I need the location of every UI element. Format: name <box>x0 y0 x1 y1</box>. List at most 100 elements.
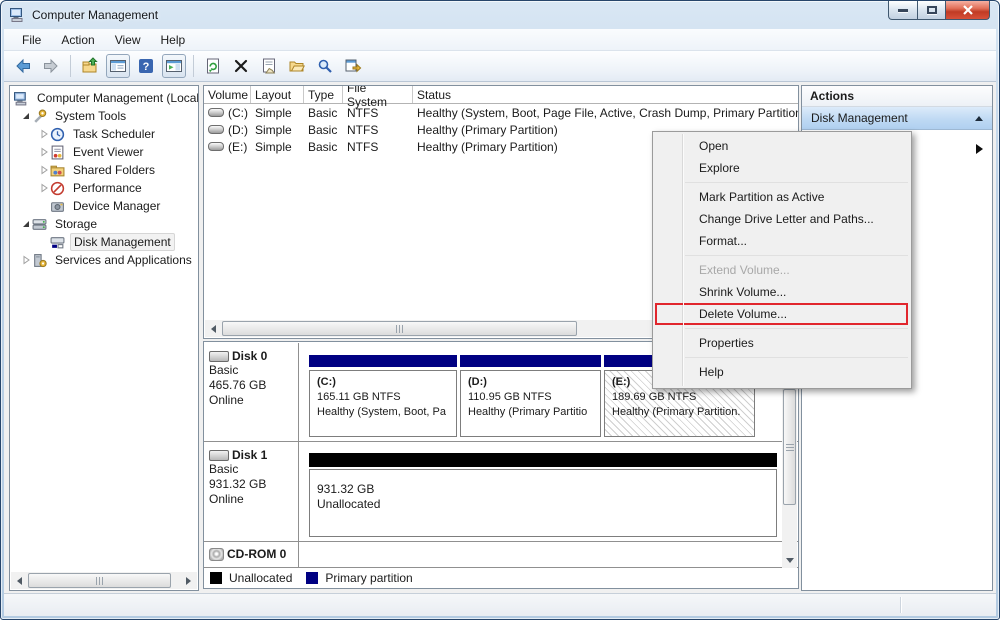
scroll-left-button[interactable] <box>205 320 222 337</box>
menu-item-delete-volume[interactable]: Delete Volume... <box>653 303 911 325</box>
menu-item-shrink-volume[interactable]: Shrink Volume... <box>653 281 911 303</box>
up-one-level-icon[interactable] <box>78 54 102 78</box>
disk-icon <box>209 450 229 461</box>
app-icon <box>10 7 26 23</box>
scroll-thumb[interactable] <box>783 389 796 505</box>
unallocated-legend-swatch <box>210 572 222 584</box>
tree-horizontal-scrollbar[interactable] <box>11 572 197 589</box>
export-list-icon[interactable] <box>341 54 365 78</box>
toolbar: ? <box>4 51 996 82</box>
delete-icon[interactable] <box>229 54 253 78</box>
find-icon[interactable] <box>313 54 337 78</box>
unallocated-space[interactable]: 931.32 GB Unallocated <box>309 453 777 537</box>
menu-item-mark-partition-active[interactable]: Mark Partition as Active <box>653 186 911 208</box>
close-button[interactable] <box>945 1 990 20</box>
legend: Unallocated Primary partition <box>204 568 798 588</box>
column-volume[interactable]: Volume <box>204 86 251 103</box>
collapsed-icon[interactable] <box>38 147 50 157</box>
partition-d[interactable]: (D:) 110.95 GB NTFS Healthy (Primary Par… <box>460 355 601 437</box>
properties-icon[interactable] <box>257 54 281 78</box>
title-bar[interactable]: Computer Management <box>1 1 999 29</box>
column-layout[interactable]: Layout <box>251 86 304 103</box>
menu-separator <box>685 328 908 329</box>
scroll-down-button[interactable] <box>782 552 797 568</box>
collapsed-icon[interactable] <box>38 165 50 175</box>
scroll-thumb[interactable] <box>222 321 577 336</box>
menu-item-open[interactable]: Open <box>653 135 911 157</box>
tree-item-device-manager[interactable]: Device Manager <box>10 197 198 215</box>
menu-item-extend-volume: Extend Volume... <box>653 259 911 281</box>
console-tree: Computer Management (Local System Tools … <box>10 86 198 269</box>
maximize-button[interactable] <box>917 1 946 20</box>
tree-item-services-and-applications[interactable]: Services and Applications <box>10 251 198 269</box>
back-icon[interactable] <box>11 54 35 78</box>
menu-action[interactable]: Action <box>51 30 104 50</box>
show-console-tree-icon[interactable] <box>106 54 130 78</box>
menu-separator <box>685 182 908 183</box>
drive-icon <box>208 142 224 151</box>
menu-item-properties[interactable]: Properties <box>653 332 911 354</box>
tree-item-event-viewer[interactable]: Event Viewer <box>10 143 198 161</box>
menu-item-help[interactable]: Help <box>653 361 911 383</box>
drive-icon <box>208 108 224 117</box>
partition-c[interactable]: (C:) 165.11 GB NTFS Healthy (System, Boo… <box>309 355 457 437</box>
task-scheduler-icon <box>50 127 65 142</box>
performance-icon <box>50 181 65 196</box>
disk-0-label[interactable]: Disk 0 Basic 465.76 GB Online <box>204 343 299 441</box>
column-file-system[interactable]: File System <box>343 86 413 103</box>
minimize-button[interactable] <box>888 1 918 20</box>
toolbar-separator <box>193 55 194 77</box>
column-status[interactable]: Status <box>413 86 798 103</box>
device-manager-icon <box>50 199 65 214</box>
menu-bar: File Action View Help <box>4 29 996 51</box>
collapsed-icon[interactable] <box>20 255 32 265</box>
actions-group-disk-management[interactable]: Disk Management <box>802 107 992 130</box>
open-folder-icon[interactable] <box>285 54 309 78</box>
tree-item-system-tools[interactable]: System Tools <box>10 107 198 125</box>
help-icon[interactable]: ? <box>134 54 158 78</box>
tree-item-performance[interactable]: Performance <box>10 179 198 197</box>
scroll-left-button[interactable] <box>11 572 28 589</box>
tree-item-shared-folders[interactable]: Shared Folders <box>10 161 198 179</box>
context-menu: Open Explore Mark Partition as Active Ch… <box>652 131 912 389</box>
menu-item-explore[interactable]: Explore <box>653 157 911 179</box>
unallocated-legend-label: Unallocated <box>229 571 292 585</box>
menu-view[interactable]: View <box>105 30 151 50</box>
collapsed-icon[interactable] <box>38 183 50 193</box>
collapsed-icon[interactable] <box>38 129 50 139</box>
disk-1-label[interactable]: Disk 1 Basic 931.32 GB Online <box>204 442 299 541</box>
cdrom-label[interactable]: CD-ROM 0 <box>204 542 299 567</box>
primary-partition-legend-label: Primary partition <box>325 571 412 585</box>
tree-item-disk-management[interactable]: Disk Management <box>10 233 198 251</box>
menu-help[interactable]: Help <box>151 30 196 50</box>
menu-file[interactable]: File <box>12 30 51 50</box>
scroll-right-button[interactable] <box>180 572 197 589</box>
unallocated-bar <box>309 453 777 467</box>
menu-separator <box>685 255 908 256</box>
status-bar <box>4 593 996 616</box>
refresh-icon[interactable] <box>201 54 225 78</box>
forward-icon[interactable] <box>39 54 63 78</box>
column-type[interactable]: Type <box>304 86 343 103</box>
window-title: Computer Management <box>32 8 158 22</box>
primary-partition-bar <box>309 355 457 367</box>
expanded-icon[interactable] <box>20 111 32 121</box>
more-actions-arrow-icon[interactable] <box>976 144 983 154</box>
expanded-icon[interactable] <box>20 219 32 229</box>
menu-item-change-drive-letter[interactable]: Change Drive Letter and Paths... <box>653 208 911 230</box>
volume-row-c[interactable]: (C:) Simple Basic NTFS Healthy (System, … <box>204 104 798 121</box>
event-viewer-icon <box>50 145 65 160</box>
storage-icon <box>32 217 47 232</box>
tree-item-computer-management[interactable]: Computer Management (Local <box>10 89 198 107</box>
drive-icon <box>208 125 224 134</box>
primary-partition-legend-swatch <box>306 572 318 584</box>
collapse-icon[interactable] <box>975 116 983 121</box>
close-icon <box>962 5 974 15</box>
volume-table-header: Volume Layout Type File System Status <box>204 86 798 104</box>
tree-item-task-scheduler[interactable]: Task Scheduler <box>10 125 198 143</box>
toolbar-separator <box>70 55 71 77</box>
tree-item-storage[interactable]: Storage <box>10 215 198 233</box>
scroll-thumb[interactable] <box>28 573 171 588</box>
show-action-pane-icon[interactable] <box>162 54 186 78</box>
menu-item-format[interactable]: Format... <box>653 230 911 252</box>
